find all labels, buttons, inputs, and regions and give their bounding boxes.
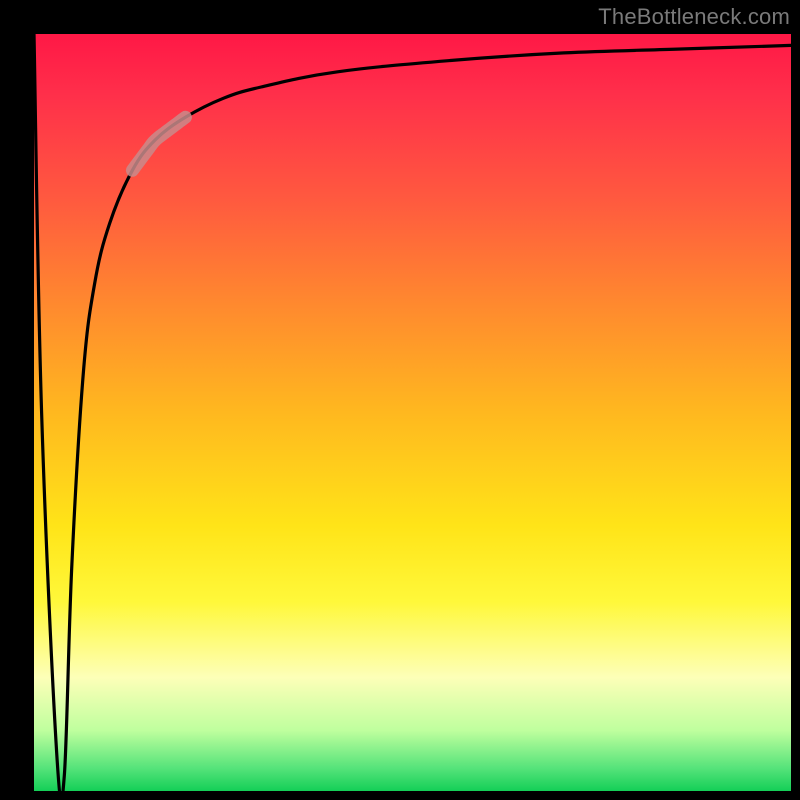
chart-stage: TheBottleneck.com	[0, 0, 800, 800]
plot-area	[34, 34, 791, 791]
curve-highlight	[132, 117, 185, 170]
bottleneck-curve	[34, 34, 791, 791]
watermark-text: TheBottleneck.com	[598, 4, 790, 30]
